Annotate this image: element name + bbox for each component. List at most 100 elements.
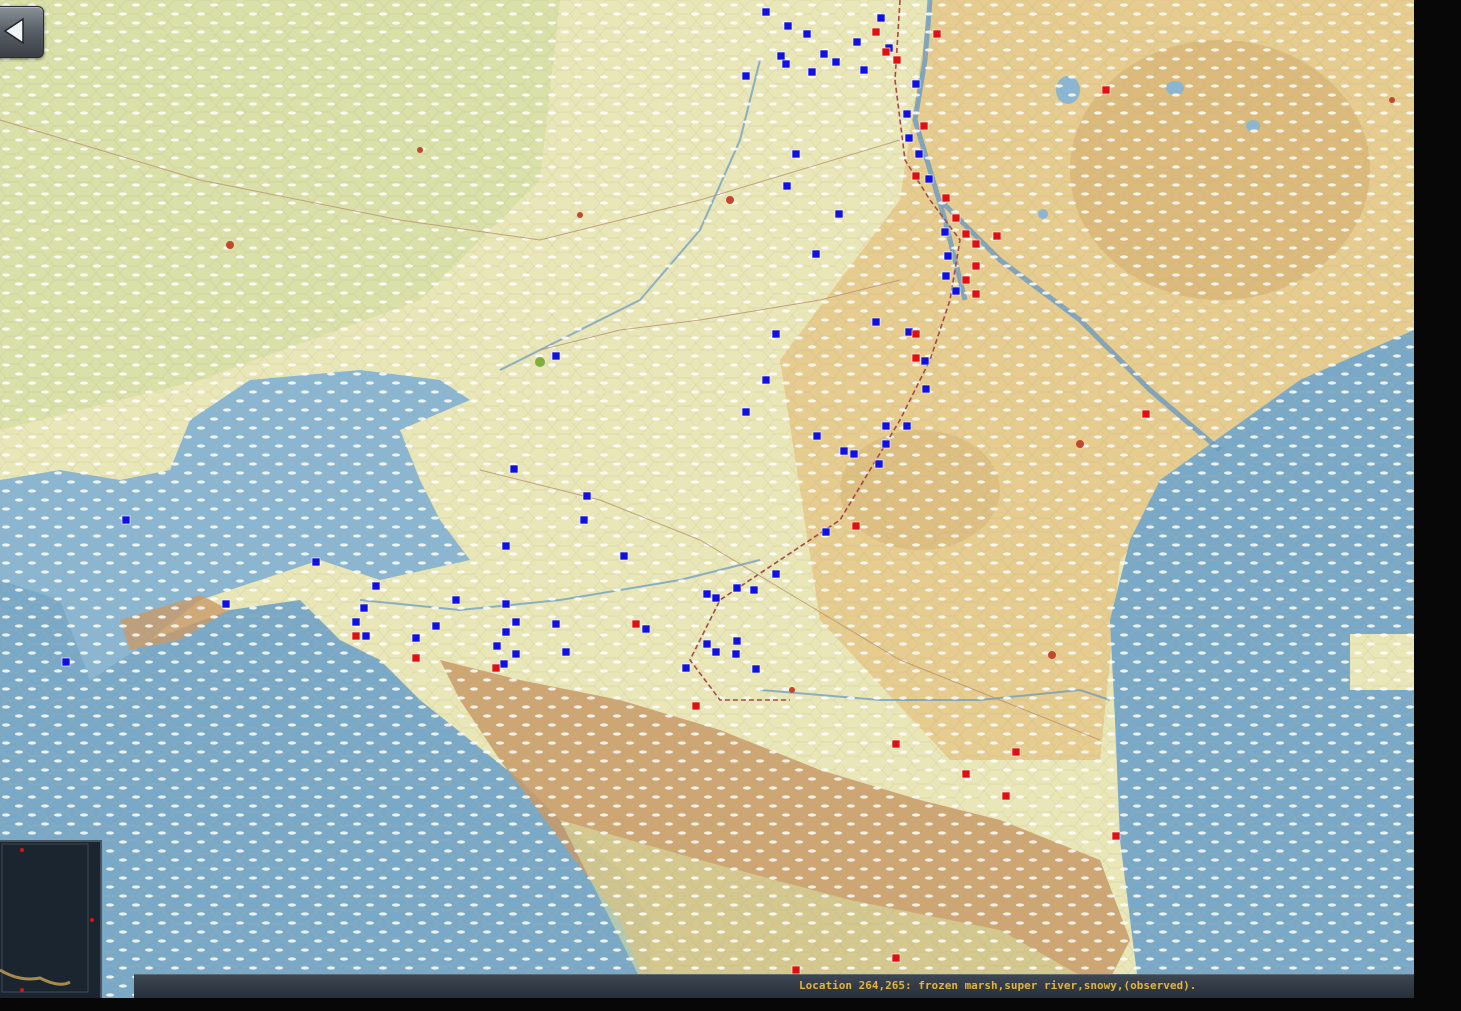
axis-unit-counter[interactable] xyxy=(943,251,953,261)
soviet-unit-counter[interactable] xyxy=(971,261,981,271)
axis-unit-counter[interactable] xyxy=(834,209,844,219)
axis-unit-counter[interactable] xyxy=(914,149,924,159)
soviet-unit-counter[interactable] xyxy=(1141,409,1151,419)
axis-unit-counter[interactable] xyxy=(852,37,862,47)
soviet-unit-counter[interactable] xyxy=(891,953,901,963)
axis-unit-counter[interactable] xyxy=(776,51,786,61)
axis-unit-counter[interactable] xyxy=(359,603,369,613)
soviet-unit-counter[interactable] xyxy=(971,239,981,249)
axis-unit-counter[interactable] xyxy=(849,449,859,459)
axis-unit-counter[interactable] xyxy=(641,624,651,634)
axis-unit-counter[interactable] xyxy=(371,581,381,591)
soviet-unit-counter[interactable] xyxy=(951,213,961,223)
axis-unit-counter[interactable] xyxy=(731,649,741,659)
soviet-unit-counter[interactable] xyxy=(911,353,921,363)
axis-unit-counter[interactable] xyxy=(431,621,441,631)
axis-unit-counter[interactable] xyxy=(874,459,884,469)
axis-unit-counter[interactable] xyxy=(361,631,371,641)
axis-unit-counter[interactable] xyxy=(561,647,571,657)
minimap[interactable] xyxy=(0,840,102,998)
axis-unit-counter[interactable] xyxy=(951,286,961,296)
soviet-unit-counter[interactable] xyxy=(971,289,981,299)
axis-unit-counter[interactable] xyxy=(751,664,761,674)
axis-unit-counter[interactable] xyxy=(940,227,950,237)
axis-unit-counter[interactable] xyxy=(821,527,831,537)
axis-unit-counter[interactable] xyxy=(702,639,712,649)
axis-unit-counter[interactable] xyxy=(511,649,521,659)
soviet-unit-counter[interactable] xyxy=(691,701,701,711)
axis-unit-counter[interactable] xyxy=(499,659,509,669)
soviet-unit-counter[interactable] xyxy=(411,653,421,663)
axis-unit-counter[interactable] xyxy=(802,29,812,39)
axis-unit-counter[interactable] xyxy=(732,636,742,646)
soviet-unit-counter[interactable] xyxy=(961,275,971,285)
axis-unit-counter[interactable] xyxy=(61,657,71,667)
axis-unit-counter[interactable] xyxy=(311,557,321,567)
soviet-unit-counter[interactable] xyxy=(932,29,942,39)
axis-unit-counter[interactable] xyxy=(761,7,771,17)
axis-unit-counter[interactable] xyxy=(904,133,914,143)
soviet-unit-counter[interactable] xyxy=(992,231,1002,241)
soviet-unit-counter[interactable] xyxy=(1001,791,1011,801)
soviet-unit-counter[interactable] xyxy=(851,521,861,531)
axis-unit-counter[interactable] xyxy=(871,317,881,327)
axis-unit-counter[interactable] xyxy=(782,181,792,191)
soviet-unit-counter[interactable] xyxy=(961,769,971,779)
axis-unit-counter[interactable] xyxy=(831,57,841,67)
axis-unit-counter[interactable] xyxy=(681,663,691,673)
axis-unit-counter[interactable] xyxy=(579,515,589,525)
axis-unit-counter[interactable] xyxy=(411,633,421,643)
soviet-unit-counter[interactable] xyxy=(1111,831,1121,841)
axis-unit-counter[interactable] xyxy=(741,407,751,417)
axis-unit-counter[interactable] xyxy=(551,619,561,629)
soviet-unit-counter[interactable] xyxy=(891,739,901,749)
axis-unit-counter[interactable] xyxy=(702,589,712,599)
axis-unit-counter[interactable] xyxy=(351,617,361,627)
soviet-unit-counter[interactable] xyxy=(892,55,902,65)
axis-unit-counter[interactable] xyxy=(741,71,751,81)
soviet-unit-counter[interactable] xyxy=(919,121,929,131)
soviet-unit-counter[interactable] xyxy=(871,27,881,37)
soviet-unit-counter[interactable] xyxy=(791,965,801,975)
axis-unit-counter[interactable] xyxy=(511,617,521,627)
axis-unit-counter[interactable] xyxy=(451,595,461,605)
axis-unit-counter[interactable] xyxy=(619,551,629,561)
axis-unit-counter[interactable] xyxy=(807,67,817,77)
axis-unit-counter[interactable] xyxy=(221,599,231,609)
axis-unit-counter[interactable] xyxy=(902,421,912,431)
axis-unit-counter[interactable] xyxy=(791,149,801,159)
axis-unit-counter[interactable] xyxy=(812,431,822,441)
axis-unit-counter[interactable] xyxy=(921,384,931,394)
axis-unit-counter[interactable] xyxy=(924,174,934,184)
axis-unit-counter[interactable] xyxy=(551,351,561,361)
axis-unit-counter[interactable] xyxy=(902,109,912,119)
axis-unit-counter[interactable] xyxy=(732,583,742,593)
axis-unit-counter[interactable] xyxy=(783,21,793,31)
axis-unit-counter[interactable] xyxy=(501,627,511,637)
soviet-unit-counter[interactable] xyxy=(631,619,641,629)
axis-unit-counter[interactable] xyxy=(761,375,771,385)
axis-unit-counter[interactable] xyxy=(749,585,759,595)
soviet-unit-counter[interactable] xyxy=(881,47,891,57)
axis-unit-counter[interactable] xyxy=(781,59,791,69)
axis-unit-counter[interactable] xyxy=(492,641,502,651)
soviet-unit-counter[interactable] xyxy=(491,663,501,673)
soviet-unit-counter[interactable] xyxy=(1011,747,1021,757)
axis-unit-counter[interactable] xyxy=(121,515,131,525)
axis-unit-counter[interactable] xyxy=(501,599,511,609)
axis-unit-counter[interactable] xyxy=(876,13,886,23)
axis-unit-counter[interactable] xyxy=(509,464,519,474)
soviet-unit-counter[interactable] xyxy=(911,329,921,339)
axis-unit-counter[interactable] xyxy=(911,79,921,89)
axis-unit-counter[interactable] xyxy=(711,647,721,657)
soviet-unit-counter[interactable] xyxy=(351,631,361,641)
back-button[interactable] xyxy=(0,6,44,58)
axis-unit-counter[interactable] xyxy=(771,569,781,579)
soviet-unit-counter[interactable] xyxy=(911,171,921,181)
soviet-unit-counter[interactable] xyxy=(941,193,951,203)
axis-unit-counter[interactable] xyxy=(819,49,829,59)
axis-unit-counter[interactable] xyxy=(501,541,511,551)
axis-unit-counter[interactable] xyxy=(941,271,951,281)
strategic-map[interactable] xyxy=(0,0,1414,998)
axis-unit-counter[interactable] xyxy=(881,421,891,431)
